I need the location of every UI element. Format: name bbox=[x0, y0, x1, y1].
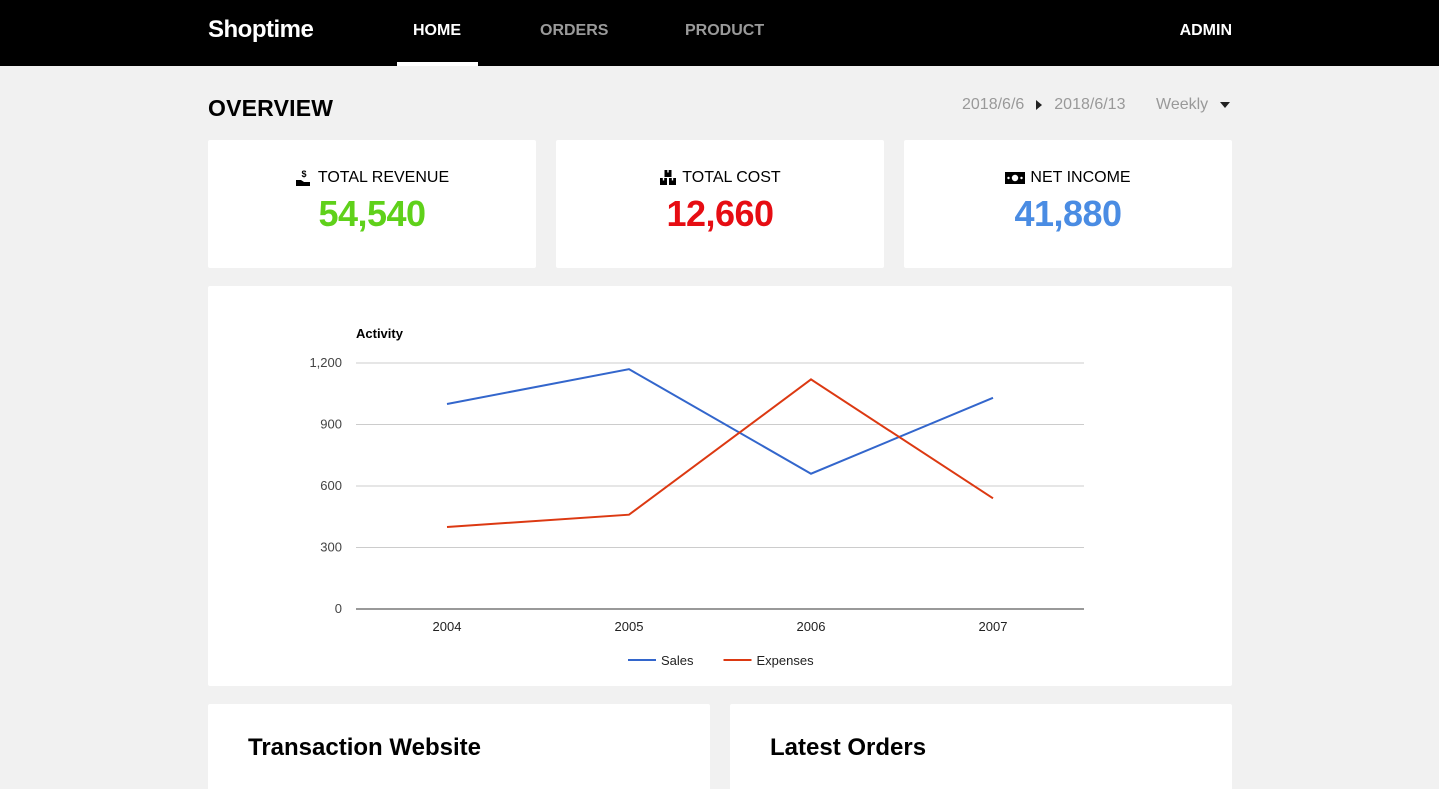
latest-orders-panel: Latest Orders bbox=[730, 704, 1232, 789]
period-dropdown[interactable]: Weekly bbox=[1156, 96, 1231, 114]
stat-card-cost: TOTAL COST 12,660 bbox=[556, 140, 884, 268]
panel-title-transactions: Transaction Website bbox=[248, 734, 481, 761]
hand-dollar-icon: $ bbox=[295, 169, 313, 187]
series-line-expenses bbox=[446, 378, 994, 528]
date-start[interactable]: 2018/6/6 bbox=[962, 96, 1024, 114]
active-tab-indicator bbox=[397, 62, 478, 66]
stat-card-revenue: $ TOTAL REVENUE 54,540 bbox=[208, 140, 536, 268]
y-tick-label: 0 bbox=[335, 601, 342, 616]
top-navbar: Shoptime HOME ORDERS PRODUCT ADMIN bbox=[0, 0, 1439, 66]
caret-down-icon[interactable] bbox=[1220, 102, 1231, 108]
x-tick-label: 2005 bbox=[615, 619, 644, 634]
panel-title-orders: Latest Orders bbox=[770, 734, 927, 761]
nav-orders[interactable]: ORDERS bbox=[540, 22, 608, 40]
stat-card-income: NET INCOME 41,880 bbox=[904, 140, 1232, 268]
nav-home[interactable]: HOME bbox=[413, 22, 461, 40]
svg-text:$: $ bbox=[301, 169, 306, 179]
user-menu[interactable]: ADMIN bbox=[1180, 22, 1232, 40]
nav-product[interactable]: PRODUCT bbox=[685, 22, 764, 40]
arrow-right-icon bbox=[1036, 100, 1043, 110]
money-bill-icon bbox=[1005, 171, 1026, 185]
stat-value-cost: 12,660 bbox=[666, 193, 774, 234]
transaction-website-panel: Transaction Website bbox=[208, 704, 710, 789]
x-tick-label: 2007 bbox=[979, 619, 1008, 634]
stat-label-revenue: TOTAL REVENUE bbox=[317, 169, 450, 186]
stat-label-cost: TOTAL COST bbox=[682, 169, 781, 186]
chart-title: Activity bbox=[356, 326, 404, 341]
y-tick-label: 1,200 bbox=[309, 355, 342, 370]
activity-chart-card: Activity 0 300 600 900 1,200 2004 2005 2006 2007 S… bbox=[208, 286, 1232, 686]
page-title: OVERVIEW bbox=[208, 95, 334, 121]
x-tick-label: 2006 bbox=[797, 619, 826, 634]
activity-chart: Activity 0 300 600 900 1,200 2004 2005 2006 2007 S… bbox=[309, 326, 1084, 668]
stat-label-income: NET INCOME bbox=[1030, 169, 1131, 186]
x-tick-label: 2004 bbox=[433, 619, 462, 634]
y-tick-label: 900 bbox=[320, 417, 342, 432]
boxes-icon bbox=[659, 169, 677, 187]
date-range-picker[interactable]: 2018/6/6 2018/6/13 bbox=[962, 96, 1125, 114]
period-value[interactable]: Weekly bbox=[1156, 96, 1208, 114]
date-end[interactable]: 2018/6/13 bbox=[1054, 96, 1125, 114]
series-line-sales bbox=[446, 368, 994, 475]
y-tick-label: 300 bbox=[320, 540, 342, 555]
legend-label: Sales bbox=[661, 653, 694, 668]
brand-logo[interactable]: Shoptime bbox=[208, 16, 314, 44]
stat-value-revenue: 54,540 bbox=[318, 193, 426, 234]
stat-value-income: 41,880 bbox=[1014, 193, 1122, 234]
legend-label: Expenses bbox=[757, 653, 815, 668]
y-tick-label: 600 bbox=[320, 478, 342, 493]
